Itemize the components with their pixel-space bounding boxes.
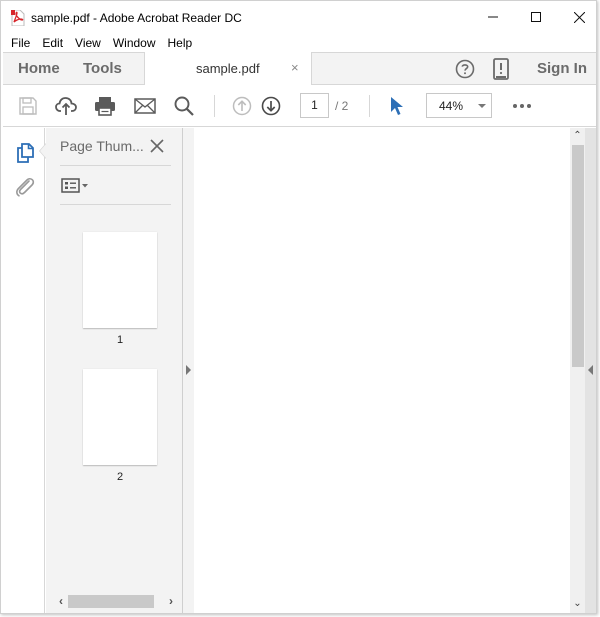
sign-in-button[interactable]: Sign In — [537, 53, 587, 84]
document-tab-label: sample.pdf — [196, 61, 260, 76]
page-thumbnail[interactable] — [83, 232, 157, 328]
document-vertical-scrollbar[interactable]: ⌃ ⌄ — [570, 128, 585, 613]
thumbnail-options-icon[interactable] — [61, 177, 91, 195]
thumbnail-label: 2 — [116, 471, 124, 483]
minimize-button[interactable] — [471, 1, 515, 33]
minimize-icon — [488, 16, 498, 18]
search-icon — [174, 96, 194, 116]
toolbar: 1 / 2 44% — [3, 85, 596, 127]
chevron-down-icon — [478, 104, 486, 108]
save-button[interactable] — [17, 95, 39, 117]
scroll-left-icon[interactable]: ‹ — [54, 593, 68, 609]
panel-title: Page Thum... — [60, 138, 144, 154]
scroll-down-icon[interactable]: ⌄ — [570, 596, 585, 612]
next-page-icon — [261, 96, 281, 116]
more-options-icon — [527, 104, 531, 108]
print-icon — [95, 97, 115, 116]
menu-window[interactable]: Window — [107, 33, 162, 53]
zoom-select[interactable]: 44% — [426, 93, 492, 118]
thumbnail-label: 1 — [116, 334, 124, 346]
scroll-up-icon[interactable]: ⌃ — [570, 128, 585, 144]
email-button[interactable] — [134, 95, 156, 117]
more-options-button[interactable] — [511, 95, 533, 117]
scrollbar-thumb[interactable] — [572, 145, 584, 367]
cursor-arrow-icon — [391, 97, 403, 115]
panel-divider — [60, 165, 171, 166]
page-thumbnails-icon[interactable] — [14, 142, 36, 164]
toolbar-divider — [214, 95, 215, 117]
panel-divider — [60, 204, 171, 205]
tab-document[interactable]: sample.pdf × — [144, 52, 312, 85]
zoom-value: 44% — [439, 99, 464, 113]
scroll-right-icon[interactable]: › — [164, 593, 178, 609]
tab-bar: Home Tools sample.pdf × Sign In — [3, 52, 596, 85]
more-options-icon — [520, 104, 524, 108]
scrollbar-thumb[interactable] — [68, 595, 154, 608]
print-button[interactable] — [94, 95, 116, 117]
mobile-device-icon[interactable] — [493, 58, 509, 80]
select-tool-button[interactable] — [386, 95, 408, 117]
close-panel-icon[interactable] — [148, 137, 166, 155]
left-rail — [3, 128, 45, 613]
upload-button[interactable] — [55, 95, 77, 117]
toolbar-divider — [369, 95, 370, 117]
menu-file[interactable]: File — [5, 33, 36, 53]
upload-cloud-icon — [55, 97, 77, 115]
tab-home[interactable]: Home — [18, 53, 60, 84]
maximize-button[interactable] — [514, 1, 558, 33]
previous-page-icon — [232, 96, 252, 116]
search-button[interactable] — [173, 95, 195, 117]
close-tab-button[interactable]: × — [291, 60, 299, 75]
next-page-button[interactable] — [260, 95, 282, 117]
maximize-icon — [531, 12, 541, 22]
page-total: / 2 — [335, 99, 349, 113]
email-icon — [134, 98, 156, 114]
page-thumbnails-panel: Page Thum... 1 2 ‹ › — [39, 128, 183, 613]
panel-horizontal-scrollbar[interactable]: ‹ › — [50, 593, 178, 609]
page-number-input[interactable]: 1 — [300, 93, 329, 118]
menu-view[interactable]: View — [69, 33, 107, 53]
tab-tools[interactable]: Tools — [83, 53, 122, 84]
panel-pointer — [40, 144, 46, 158]
menu-help[interactable]: Help — [162, 33, 199, 53]
previous-page-button[interactable] — [231, 95, 253, 117]
menu-edit[interactable]: Edit — [36, 33, 69, 53]
pdf-file-icon — [11, 10, 25, 26]
close-icon — [573, 11, 585, 23]
help-circle-icon[interactable] — [455, 59, 475, 79]
panel-splitter[interactable] — [183, 128, 194, 613]
page-thumbnail[interactable] — [83, 369, 157, 465]
more-options-icon — [513, 104, 517, 108]
right-pane-toggle[interactable] — [585, 128, 596, 613]
acrobat-window: sample.pdf - Adobe Acrobat Reader DC Fil… — [0, 0, 597, 614]
document-view[interactable] — [194, 128, 570, 613]
collapse-panel-icon[interactable] — [186, 365, 191, 375]
menu-bar: File Edit View Window Help — [1, 33, 596, 53]
title-bar: sample.pdf - Adobe Acrobat Reader DC — [1, 1, 596, 33]
save-icon — [19, 97, 37, 115]
attachments-icon[interactable] — [14, 176, 36, 198]
close-window-button[interactable] — [557, 1, 596, 33]
expand-right-pane-icon[interactable] — [588, 365, 593, 375]
window-title: sample.pdf - Adobe Acrobat Reader DC — [31, 11, 242, 25]
